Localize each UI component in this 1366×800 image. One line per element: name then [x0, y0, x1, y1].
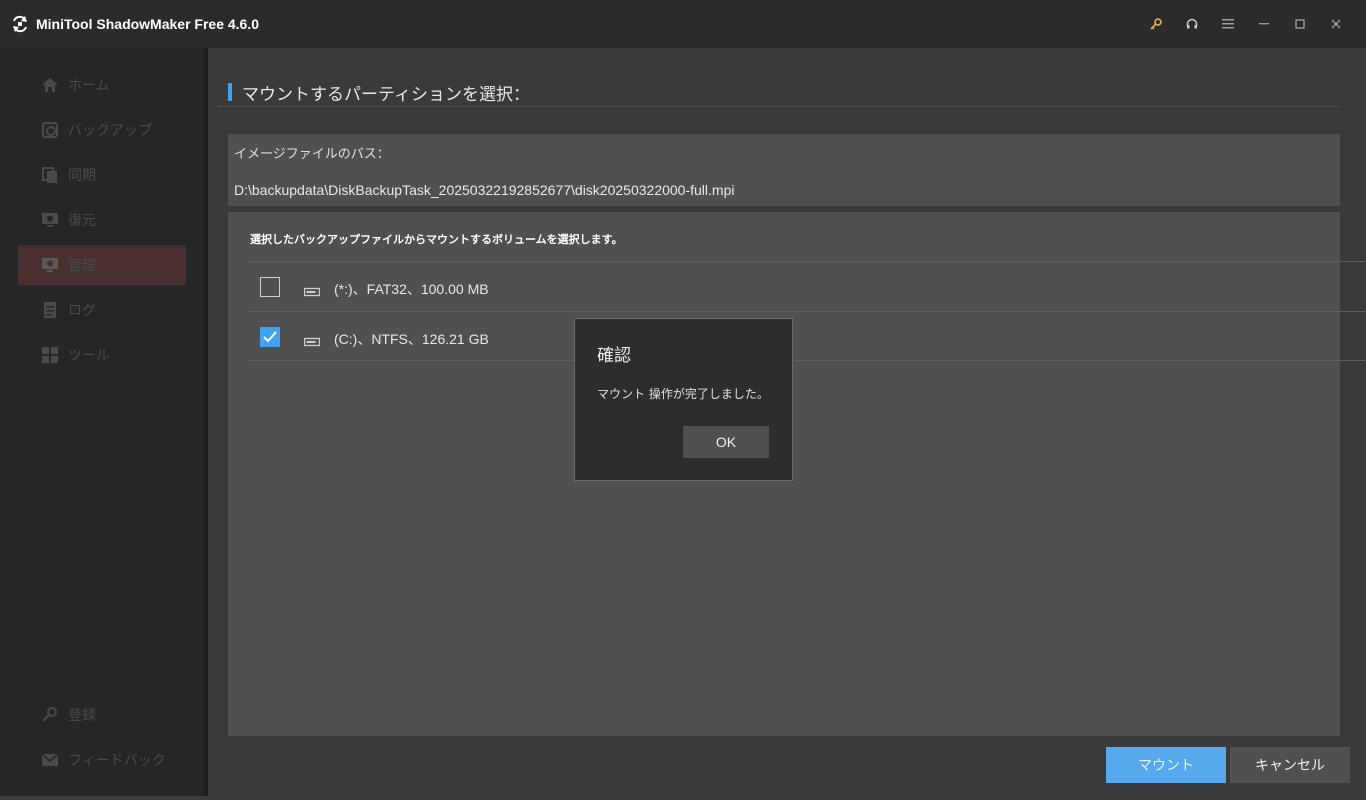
volume-instruction: 選択したバックアップファイルからマウントするボリュームを選択します。 [250, 233, 623, 246]
volume-label: (*:)、FAT32、100.00 MB [334, 281, 489, 297]
close-icon[interactable] [1318, 0, 1354, 48]
volume-row[interactable]: (C:)、NTFS、126.21 GB [248, 311, 1366, 361]
headset-icon[interactable] [1174, 0, 1210, 48]
sidebar-item-label: 登録 [68, 708, 96, 724]
checkmark-icon [263, 331, 277, 343]
tools-icon [40, 345, 60, 365]
volume-row[interactable]: (*:)、FAT32、100.00 MB [248, 261, 1366, 311]
volume-label: (C:)、NTFS、126.21 GB [334, 331, 489, 347]
menu-icon[interactable] [1210, 0, 1246, 48]
sidebar-item-label: 同期 [68, 168, 96, 184]
sidebar-item-label: バックアップ [68, 123, 152, 139]
section-accent-bar [228, 83, 232, 101]
key-icon[interactable] [1138, 0, 1174, 48]
volume-checkbox[interactable] [260, 277, 280, 297]
sidebar-item-label: 復元 [68, 213, 96, 229]
sidebar-item-home[interactable]: ホーム [18, 65, 186, 105]
sidebar-item-label: ホーム [68, 78, 110, 94]
dialog-title: 確認 [597, 346, 631, 366]
sidebar-item-tools[interactable]: ツール [18, 335, 186, 375]
cancel-button[interactable]: キャンセル [1230, 747, 1350, 783]
sidebar-item-label: ログ [68, 303, 96, 319]
sidebar-item-sync[interactable]: 同期 [18, 155, 186, 195]
disk-icon [303, 332, 321, 347]
sidebar-item-backup[interactable]: バックアップ [18, 110, 186, 150]
title-bar: MiniTool ShadowMaker Free 4.6.0 [0, 0, 1366, 48]
log-icon [40, 300, 60, 320]
key-icon [40, 705, 60, 725]
sidebar-item-feedback[interactable]: フィードバック [18, 740, 186, 780]
confirm-dialog: 確認 マウント 操作が完了しました。 OK [574, 318, 793, 481]
home-icon [40, 75, 60, 95]
mount-button[interactable]: マウント [1106, 747, 1226, 783]
dialog-message: マウント 操作が完了しました。 [597, 387, 769, 401]
restore-icon [40, 210, 60, 230]
sidebar-item-label: ツール [68, 348, 110, 364]
volume-checkbox[interactable] [260, 327, 280, 347]
sidebar-item-log[interactable]: ログ [18, 290, 186, 330]
app-logo-icon [10, 14, 30, 34]
sidebar-item-label: フィードバック [68, 753, 166, 769]
app-title: MiniTool ShadowMaker Free 4.6.0 [36, 16, 260, 32]
page-title: マウントするパーティションを選択： [242, 85, 530, 105]
image-path-value: D:\backupdata\DiskBackupTask_20250322192… [234, 182, 735, 198]
sidebar-item-restore[interactable]: 復元 [18, 200, 186, 240]
image-path-label: イメージファイルのパス： [234, 147, 390, 162]
sidebar-item-manage[interactable]: 管理 [18, 245, 186, 285]
backup-icon [40, 120, 60, 140]
maximize-icon[interactable] [1282, 0, 1318, 48]
minimize-icon[interactable] [1246, 0, 1282, 48]
disk-icon [303, 282, 321, 297]
sidebar-item-register[interactable]: 登録 [18, 695, 186, 735]
manage-icon [40, 255, 60, 275]
ok-button[interactable]: OK [683, 426, 769, 458]
section-divider [218, 106, 1340, 107]
mail-icon [40, 750, 60, 770]
title-controls [1138, 0, 1354, 48]
sync-icon [40, 165, 60, 185]
sidebar-item-label: 管理 [68, 258, 96, 274]
